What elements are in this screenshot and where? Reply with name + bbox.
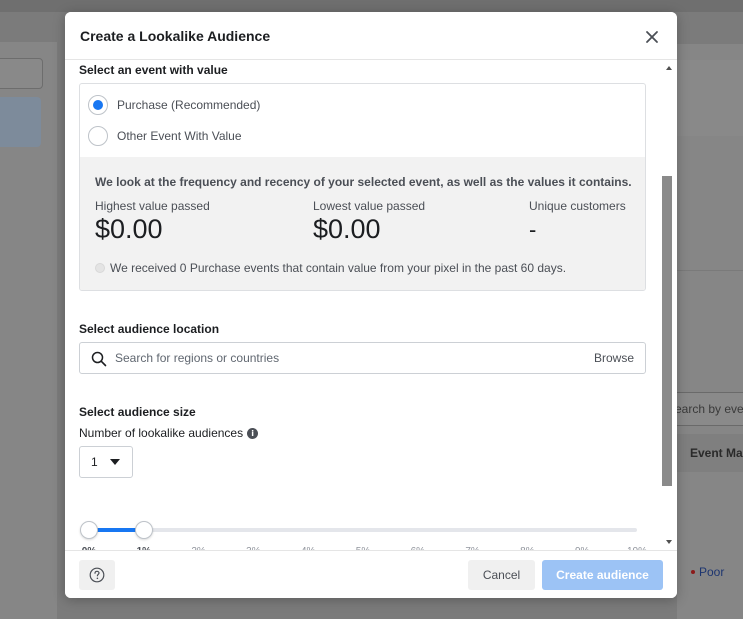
modal-title: Create a Lookalike Audience xyxy=(80,28,271,44)
modal-scrollbar[interactable] xyxy=(662,60,677,550)
number-of-audiences-label: Number of lookalike audiences i xyxy=(79,426,259,440)
background-divider xyxy=(677,270,743,271)
number-of-audiences-text: Number of lookalike audiences xyxy=(79,426,244,440)
info-icon[interactable]: i xyxy=(247,427,259,439)
background-column-header: Event Ma xyxy=(677,434,743,472)
modal-footer: Cancel Create audience xyxy=(65,550,677,598)
location-section-label: Select audience location xyxy=(79,322,220,336)
stat-highest-value: Highest value passed $0.00 xyxy=(95,199,210,245)
stat-unique-customers: Unique customers - xyxy=(529,199,626,243)
caret-down-icon xyxy=(110,459,120,465)
background-status: Poor xyxy=(691,565,724,579)
radio-label-purchase: Purchase (Recommended) xyxy=(117,98,261,112)
location-search: Browse xyxy=(79,342,646,374)
modal-header: Create a Lookalike Audience xyxy=(65,12,677,60)
radio-option-other-event[interactable]: Other Event With Value xyxy=(88,125,242,147)
stat-unique-amount: - xyxy=(529,217,537,242)
scroll-down-arrow-icon[interactable] xyxy=(666,540,672,544)
audience-size-slider-track[interactable] xyxy=(89,528,637,532)
help-button[interactable] xyxy=(79,560,115,590)
number-of-audiences-value: 1 xyxy=(91,455,98,469)
cancel-button[interactable]: Cancel xyxy=(468,560,535,590)
event-info-description: We look at the frequency and recency of … xyxy=(95,175,632,189)
lookalike-audience-modal: Create a Lookalike Audience Select an ev… xyxy=(65,12,677,598)
create-audience-button[interactable]: Create audience xyxy=(542,560,663,590)
stat-lowest-amount: $0.00 xyxy=(313,214,381,244)
radio-option-purchase[interactable]: Purchase (Recommended) xyxy=(88,94,260,116)
note-dot-icon xyxy=(95,263,105,273)
status-dot-icon xyxy=(691,569,695,574)
stat-highest-label: Highest value passed xyxy=(95,199,210,213)
stat-lowest-label: Lowest value passed xyxy=(313,199,426,213)
audience-size-slider-end-handle[interactable] xyxy=(134,521,153,539)
stat-lowest-value: Lowest value passed $0.00 xyxy=(313,199,425,245)
background-status-text: Poor xyxy=(699,565,725,579)
event-selector: Purchase (Recommended) Other Event With … xyxy=(79,83,646,291)
browse-link[interactable]: Browse xyxy=(594,351,634,365)
background-left-input xyxy=(0,58,43,89)
event-info-panel: We look at the frequency and recency of … xyxy=(80,157,645,290)
background-topbar xyxy=(0,0,743,12)
question-circle-icon xyxy=(89,567,105,583)
size-section-label: Select audience size xyxy=(79,405,196,419)
close-button[interactable] xyxy=(641,26,663,48)
radio-purchase[interactable] xyxy=(88,95,108,115)
background-left-button xyxy=(0,97,41,147)
background-search-input: earch by eve xyxy=(674,392,743,426)
close-icon xyxy=(646,31,658,43)
event-section-label: Select an event with value xyxy=(79,63,228,77)
background-right-card xyxy=(677,60,743,136)
stat-unique-label: Unique customers xyxy=(529,199,626,213)
stat-highest-amount: $0.00 xyxy=(95,214,163,244)
radio-other-event[interactable] xyxy=(88,126,108,146)
number-of-audiences-select[interactable]: 1 xyxy=(79,446,133,478)
scroll-up-arrow-icon[interactable] xyxy=(666,66,672,70)
location-search-input[interactable] xyxy=(115,343,585,373)
event-info-note: We received 0 Purchase events that conta… xyxy=(95,261,566,275)
radio-label-other-event: Other Event With Value xyxy=(117,129,242,143)
event-info-note-text: We received 0 Purchase events that conta… xyxy=(110,261,567,275)
search-icon xyxy=(91,351,107,367)
audience-size-slider-start-handle[interactable] xyxy=(80,521,98,539)
scroll-thumb[interactable] xyxy=(662,176,672,486)
modal-body: Select an event with value Purchase (Rec… xyxy=(65,60,677,550)
